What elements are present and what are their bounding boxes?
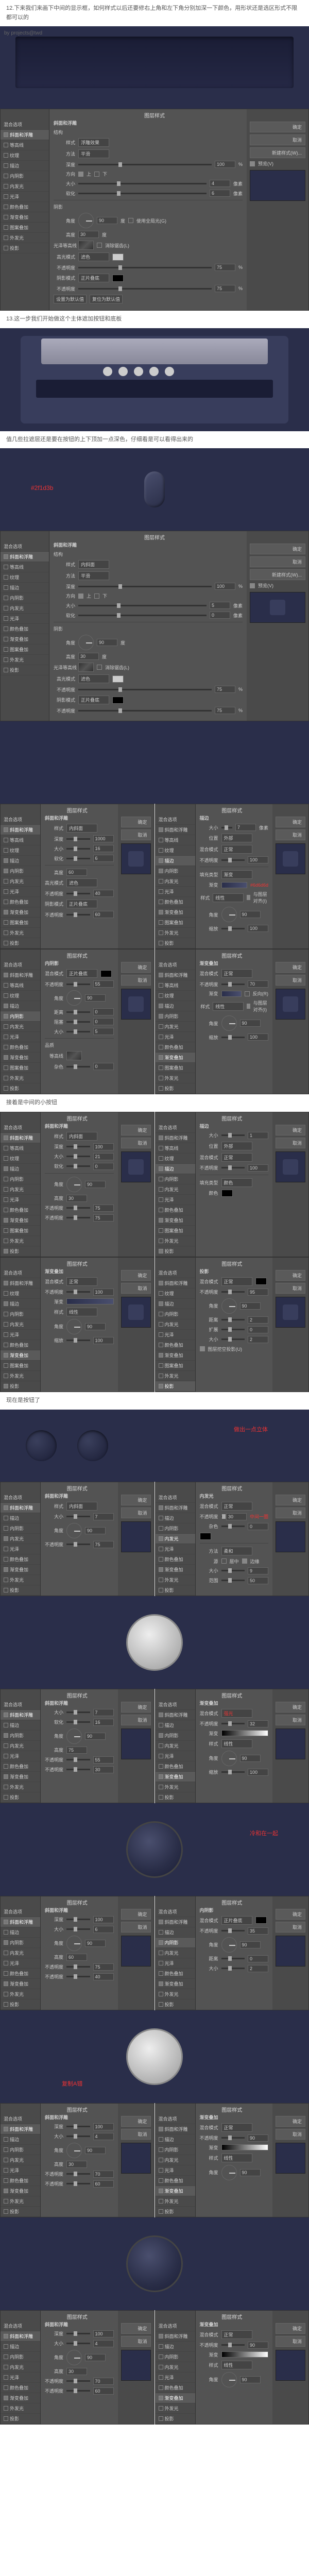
layer-style-panel-6b: 图层样式 混合选项 斜面和浮雕 纹理 描边 内阴影 内发光 光泽 颜色叠加 渐变… (155, 1257, 309, 1392)
step-13-text: 13.这一步我们开始做这个主体遮加按钮和底板 (0, 311, 309, 328)
panel-title: 图层样式 (144, 111, 165, 119)
illustration-bigknob-2: 冷和在一起 (0, 1803, 309, 1896)
illustration-bigknob-1 (0, 1596, 309, 1689)
style-contour[interactable]: 等高线 (1, 140, 49, 150)
layer-style-panel-1: 图层样式 混合选项 斜面和浮雕 等高线 纹理 描边 内阴影 内发光 光泽 颜色叠… (0, 109, 309, 311)
layer-style-panel-5b: 图层样式 混合选项 斜面和浮雕 等高线 纹理 描边 内阴影 内发光 光泽 颜色叠… (155, 1112, 309, 1257)
illustration-knobs: 做出一点立体 (0, 1410, 309, 1482)
styles-list: 混合选项 斜面和浮雕 等高线 纹理 描边 内阴影 内发光 光泽 颜色叠加 渐变叠… (1, 109, 49, 310)
layer-style-panel-2: 图层样式 混合选项 斜面和浮雕 等高线 纹理 描边 内阴影 内发光 光泽 颜色叠… (0, 531, 309, 721)
illustration-radio (0, 328, 309, 431)
layer-style-panel-6a: 图层样式 混合选项 斜面和浮雕 纹理 描边 内阴影 内发光 光泽 颜色叠加 渐变… (0, 1257, 154, 1392)
step-13b-text: 值几些拉遮层还是要在按钮的上下顶加一点深色，仔细看是可以看得出来的 (0, 431, 309, 449)
layer-style-panel-11a: 图层样式 混合选项 斜面和浮雕 描边 内阴影 内发光 光泽 颜色叠加 渐变叠加 … (0, 2310, 154, 2425)
layer-style-panel-8a: 图层样式 混合选项 斜面和浮雕 描边 内阴影 内发光 光泽 颜色叠加 渐变叠加 … (0, 1689, 154, 1803)
angle-dial[interactable] (78, 213, 94, 228)
style-pattern-ov[interactable]: 图案叠加 (1, 223, 49, 233)
new-style-button[interactable]: 新建样式(W)... (250, 147, 305, 158)
tech-select[interactable]: 平滑 (78, 149, 109, 158)
default-button[interactable]: 设置为默认值 (54, 295, 87, 303)
red-note: 冷和在一起 (250, 1829, 278, 1837)
layer-style-panel-10b: 图层样式 混合选项 斜面和浮雕 描边 内阴影 内发光 光泽 颜色叠加 渐变叠加 … (155, 2103, 309, 2217)
style-color-ov[interactable]: 颜色叠加 (1, 202, 49, 212)
layer-style-panel-9b: 图层样式 混合选项 斜面和浮雕 描边 内阴影 内发光 光泽 颜色叠加 渐变叠加 … (155, 1896, 309, 2010)
style-drop-shadow[interactable]: 投影 (1, 243, 49, 253)
style-blend[interactable]: 混合选项 (1, 120, 49, 130)
illustration-dark (0, 721, 309, 804)
cancel-button[interactable]: 取消 (250, 134, 305, 145)
ok-button[interactable]: 确定 (250, 122, 305, 132)
color-note: #2f1d3b (31, 484, 53, 492)
illustration-bigknob-3: 复制A错 (0, 2010, 309, 2103)
layer-style-panel-3a: 图层样式 混合选项 斜面和浮雕 等高线 纹理 描边 内阴影 内发光 光泽 颜色叠… (0, 804, 154, 949)
layer-style-panel-3b: 图层样式 混合选项 斜面和浮雕 等高线 纹理 描边 内阴影 内发光 光泽 颜色叠… (155, 804, 309, 949)
red-note: 复制A错 (62, 2079, 82, 2088)
illustration-bigknob-4 (0, 2217, 309, 2310)
layer-style-panel-9a: 图层样式 混合选项 斜面和浮雕 描边 内阴影 内发光 光泽 颜色叠加 渐变叠加 … (0, 1896, 154, 2010)
bevel-settings: 斜面和浮雕 结构 样式浮雕效果 方法平滑 深度100% 方向上下 大小4像素 软… (49, 109, 247, 310)
depth-input[interactable]: 100 (215, 161, 235, 168)
step-13c-text: 接着是中间的小按钮 (0, 1094, 309, 1112)
layer-style-panel-7b: 图层样式 混合选项 斜面和浮雕 描边 内阴影 内发光 光泽 颜色叠加 渐变叠加 … (155, 1482, 309, 1596)
layer-style-panel-7a: 图层样式 混合选项 斜面和浮雕 描边 内阴影 内发光 光泽 颜色叠加 渐变叠加 … (0, 1482, 154, 1596)
watermark: by projects@twd (4, 30, 42, 36)
illustration-button: #2f1d3b (0, 448, 309, 531)
step-12-text: 12.下来我们来画下中间的显示框，如何样式以后还要修右上角和左下角分别加深一下颜… (0, 0, 309, 26)
style-stroke[interactable]: 描边 (1, 161, 49, 171)
depth-slider[interactable] (78, 164, 212, 165)
knob-text: 现在是按钮了 (0, 1392, 309, 1410)
layer-style-panel-4a: 图层样式 混合选项 斜面和浮雕 等高线 纹理 描边 内阴影 内发光 光泽 颜色叠… (0, 949, 154, 1094)
layer-style-panel-8b: 图层样式 混合选项 斜面和浮雕 描边 内阴影 内发光 光泽 颜色叠加 渐变叠加 … (155, 1689, 309, 1803)
layer-style-panel-10a: 图层样式 混合选项 斜面和浮雕 描边 内阴影 内发光 光泽 颜色叠加 渐变叠加 … (0, 2103, 154, 2217)
style-grad-ov[interactable]: 渐变叠加 (1, 212, 49, 223)
style-select[interactable]: 浮雕效果 (78, 138, 109, 147)
style-inner-shadow[interactable]: 内阴影 (1, 171, 49, 181)
red-note: #6d6d6d (250, 883, 268, 888)
gloss-contour[interactable] (78, 241, 94, 250)
reset-button[interactable]: 复位为默认值 (90, 295, 123, 303)
style-bevel[interactable]: 斜面和浮雕 (1, 130, 49, 140)
style-outer-glow[interactable]: 外发光 (1, 233, 49, 243)
red-note: 做出一点立体 (234, 1425, 268, 1433)
layer-style-panel-5a: 图层样式 混合选项 斜面和浮雕 等高线 纹理 描边 内阴影 内发光 光泽 颜色叠… (0, 1112, 154, 1257)
illustration-display: by projects@twd (0, 26, 309, 109)
layer-style-panel-4b: 图层样式 混合选项 斜面和浮雕 等高线 纹理 描边 内阴影 内发光 光泽 颜色叠… (155, 949, 309, 1094)
preview-box (250, 170, 305, 201)
style-texture[interactable]: 纹理 (1, 150, 49, 161)
style-inner-glow[interactable]: 内发光 (1, 181, 49, 192)
style-satin[interactable]: 光泽 (1, 192, 49, 202)
layer-style-panel-11b: 图层样式 混合选项 斜面和浮雕 描边 内阴影 内发光 光泽 颜色叠加 渐变叠加 … (155, 2310, 309, 2425)
